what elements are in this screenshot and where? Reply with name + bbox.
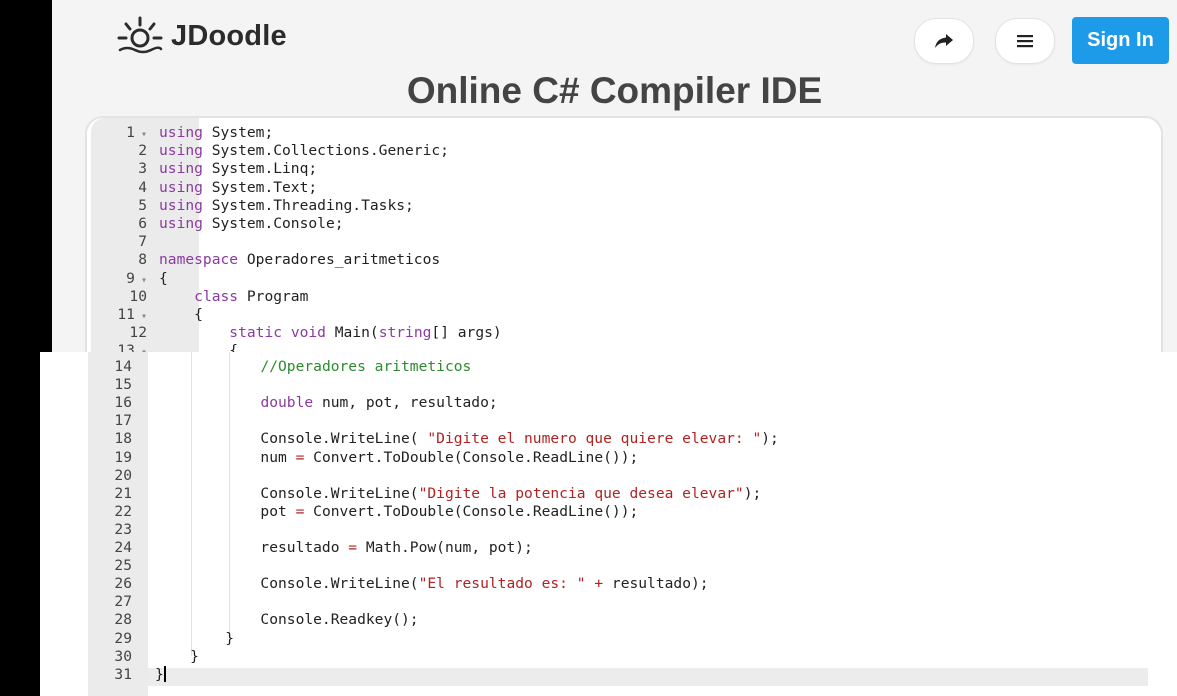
bottom-screen-section: 14 //Operadores aritmeticos 15 16 double … bbox=[40, 352, 1177, 696]
code-line[interactable]: Console.Readkey(); bbox=[155, 611, 418, 629]
line-number: 20 bbox=[114, 466, 132, 484]
share-arrow-icon bbox=[935, 34, 953, 48]
menu-button[interactable] bbox=[995, 18, 1055, 64]
sign-in-button[interactable]: Sign In bbox=[1072, 17, 1169, 64]
line-number: 19 bbox=[114, 448, 132, 466]
line-number: 4 bbox=[138, 178, 147, 196]
share-button[interactable] bbox=[914, 18, 974, 64]
line-number: 13 ▾ bbox=[109, 342, 147, 352]
line-number: 23 bbox=[114, 520, 132, 538]
line-number: 17 bbox=[114, 412, 132, 430]
code-line[interactable]: Console.WriteLine("Digite la potencia qu… bbox=[155, 485, 761, 503]
line-number: 7 bbox=[138, 233, 147, 251]
logo-text: JDoodle bbox=[171, 19, 287, 52]
code-line[interactable]: { bbox=[159, 342, 238, 352]
line-number: 14 bbox=[114, 358, 132, 375]
line-number: 25 bbox=[114, 557, 132, 575]
fold-arrow-icon[interactable]: ▾ bbox=[135, 129, 147, 140]
code-line[interactable]: pot = Convert.ToDouble(Console.ReadLine(… bbox=[155, 503, 638, 521]
code-line[interactable]: class Program bbox=[159, 288, 308, 306]
code-line[interactable]: { bbox=[159, 270, 168, 288]
line-number: 8 bbox=[138, 251, 147, 269]
code-line[interactable]: using System; bbox=[159, 124, 273, 142]
code-line[interactable]: using System.Threading.Tasks; bbox=[159, 197, 414, 215]
line-number: 2 bbox=[138, 142, 147, 160]
line-number: 12 bbox=[129, 324, 147, 342]
code-line[interactable]: num = Convert.ToDouble(Console.ReadLine(… bbox=[155, 449, 638, 467]
code-line[interactable]: { bbox=[159, 306, 203, 324]
line-number: 26 bbox=[114, 575, 132, 593]
line-number: 30 bbox=[114, 647, 132, 665]
line-number: 27 bbox=[114, 593, 132, 611]
fold-arrow-icon[interactable]: ▾ bbox=[135, 275, 147, 286]
text-cursor bbox=[163, 665, 166, 682]
code-line[interactable]: using System.Console; bbox=[159, 215, 344, 233]
page-title: Online C# Compiler IDE bbox=[406, 70, 823, 111]
line-number: 3 bbox=[138, 160, 147, 178]
fold-arrow-icon[interactable]: ▾ bbox=[135, 311, 147, 322]
logo[interactable]: JDoodle bbox=[117, 16, 287, 56]
line-number: 29 bbox=[114, 629, 132, 647]
line-number: 28 bbox=[114, 611, 132, 629]
line-number: 18 bbox=[114, 430, 132, 448]
code-line[interactable]: Console.WriteLine( "Digite el numero que… bbox=[155, 430, 778, 448]
line-number: 10 bbox=[129, 287, 147, 305]
top-screen-section: JDoodle Sign In Online C# Compiler IDE 1… bbox=[52, 0, 1177, 352]
code-line[interactable]: } bbox=[155, 648, 199, 666]
sun-logo-icon bbox=[117, 16, 163, 54]
code-line[interactable]: } bbox=[155, 630, 234, 648]
code-line[interactable]: //Operadores aritmeticos bbox=[155, 358, 471, 376]
line-number: 21 bbox=[114, 484, 132, 502]
line-number: 22 bbox=[114, 502, 132, 520]
code-line[interactable]: using System.Linq; bbox=[159, 160, 317, 178]
line-number: 31 bbox=[114, 665, 132, 683]
code-line[interactable]: static void Main(string[] args) bbox=[159, 324, 501, 342]
line-number: 1 ▾ bbox=[126, 124, 147, 141]
line-number: 15 bbox=[114, 376, 132, 394]
line-number: 6 bbox=[138, 215, 147, 232]
header: JDoodle Sign In bbox=[52, 0, 1177, 72]
code-line[interactable]: using System.Text; bbox=[159, 179, 317, 197]
line-number: 16 bbox=[114, 394, 132, 412]
code-line[interactable]: resultado = Math.Pow(num, pot); bbox=[155, 539, 532, 557]
code-line[interactable]: Console.WriteLine("El resultado es: " + … bbox=[155, 575, 708, 593]
hamburger-menu-icon bbox=[1017, 35, 1033, 48]
active-line-highlight bbox=[148, 668, 1148, 686]
code-line[interactable]: namespace Operadores_aritmeticos bbox=[159, 251, 440, 269]
code-line[interactable]: } bbox=[155, 665, 166, 684]
line-number: 11 ▾ bbox=[117, 306, 147, 323]
line-number: 9 ▾ bbox=[126, 269, 147, 287]
line-number: 24 bbox=[114, 539, 132, 556]
code-editor[interactable]: 1 ▾ using System; 2 using System.Collectio… bbox=[85, 116, 1163, 352]
code-line[interactable]: using System.Collections.Generic; bbox=[159, 142, 449, 160]
line-number: 5 bbox=[138, 196, 147, 214]
code-line[interactable]: double num, pot, resultado; bbox=[155, 394, 497, 412]
